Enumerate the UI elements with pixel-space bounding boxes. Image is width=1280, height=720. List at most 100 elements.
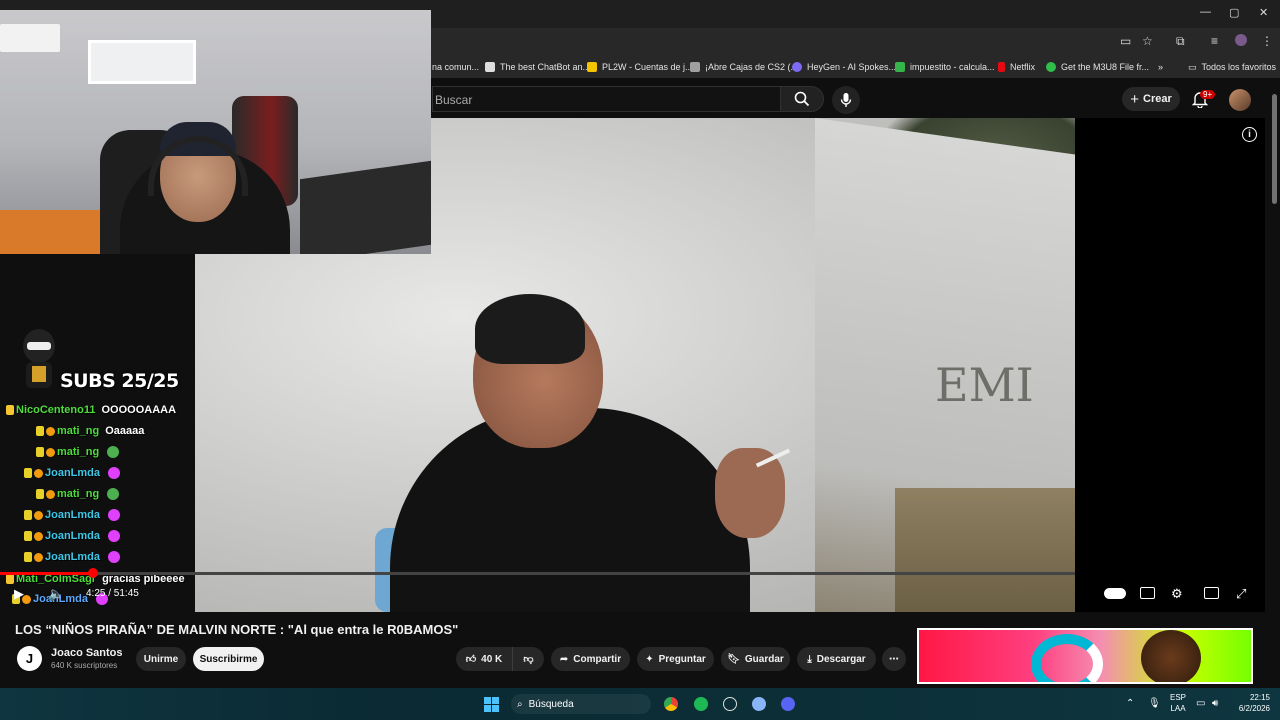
channel-avatar[interactable]: J (17, 646, 42, 671)
bookmark-favicon-icon (792, 62, 802, 72)
bookmark-item[interactable]: impuestito - calcula... (895, 56, 995, 78)
all-bookmarks[interactable]: ▭ Todos los favoritos (1188, 56, 1276, 78)
chat-badge-icon (46, 447, 55, 457)
settings-icon[interactable] (752, 697, 766, 711)
sparkle-icon: ✦ (645, 653, 654, 665)
chrome-icon[interactable] (664, 697, 678, 711)
chat-emote-icon (108, 467, 121, 479)
bookmark-item[interactable]: PL2W - Cuentas de j... (587, 56, 693, 78)
clock[interactable]: 22:15 6/2/2026 (1230, 692, 1270, 714)
minimize-button[interactable]: — (1200, 6, 1211, 18)
chat-badge-icon (36, 426, 44, 436)
chat-badge-icon (46, 489, 55, 499)
input-language[interactable]: ESP LAA (1170, 692, 1186, 714)
chat-badge-icon (34, 531, 43, 541)
search-icon (794, 91, 810, 107)
chat-username[interactable]: mati_ng (57, 446, 99, 458)
chat-message: JoanLmda (24, 509, 121, 521)
discord-icon[interactable] (781, 697, 795, 711)
info-icon[interactable]: i (1242, 127, 1257, 142)
create-button[interactable]: + Crear (1122, 87, 1180, 111)
chat-username[interactable]: mati_ng (57, 488, 99, 500)
channel-name[interactable]: Joaco Santos (51, 647, 123, 659)
download-icon: ⤓ (807, 653, 812, 665)
app-icon[interactable] (723, 697, 737, 711)
bookmark-star-icon[interactable]: ☆ (1142, 34, 1153, 48)
player-side-panel (1075, 118, 1265, 612)
share-button[interactable]: ➦ Compartir (551, 647, 630, 671)
bookmark-item[interactable]: Netflix (998, 56, 1035, 78)
volume-tray-icon[interactable]: 🔊︎ (1212, 698, 1218, 709)
extensions-icon[interactable]: ⧉ (1176, 34, 1185, 49)
wall-graffiti: EMI (935, 358, 1034, 412)
close-window-button[interactable]: ✕ (1259, 6, 1268, 19)
chat-badge-icon (24, 531, 32, 541)
theater-mode-icon[interactable] (1204, 587, 1219, 599)
search-button[interactable] (780, 86, 824, 112)
profile-icon[interactable] (1235, 34, 1247, 46)
more-bookmarks-icon[interactable]: » (1158, 56, 1163, 78)
chat-text: Oaaaaa (105, 425, 145, 437)
chat-username[interactable]: JoanLmda (45, 467, 100, 479)
windows-start-icon[interactable] (484, 697, 499, 712)
chat-message: JoanLmda (24, 467, 121, 479)
chat-badge-icon (6, 574, 14, 584)
settings-gear-icon[interactable]: ⚙ (1171, 586, 1183, 602)
bookmark-icon: 🔖︎ (727, 653, 740, 665)
media-icon[interactable]: ≡ (1211, 34, 1218, 48)
like-button[interactable]: 👍︎ 40 K (456, 647, 512, 671)
maximize-button[interactable]: ▢ (1229, 6, 1239, 19)
bookmark-item[interactable]: Get the M3U8 File fr... (1046, 56, 1149, 78)
network-icon[interactable]: ▭ (1196, 698, 1205, 709)
ad-banner[interactable] (917, 628, 1253, 684)
time-display: 4:25 / 51:45 (86, 588, 139, 599)
dislike-button[interactable]: 👎︎ (512, 647, 544, 671)
progress-bar[interactable] (0, 572, 1075, 575)
volume-icon[interactable]: 🔈 (48, 586, 64, 602)
progress-played (0, 572, 92, 575)
scrollbar-thumb[interactable] (1272, 94, 1277, 204)
taskbar-search[interactable]: ⌕ Búsqueda (511, 694, 651, 714)
play-button[interactable]: ▶ (14, 586, 24, 602)
chat-badge-icon (34, 468, 43, 478)
save-button[interactable]: 🔖︎ Guardar (721, 647, 790, 671)
chat-username[interactable]: JoanLmda (45, 530, 100, 542)
microphone-tray-icon[interactable]: 🎙︎ (1148, 698, 1161, 709)
notification-badge: 9+ (1200, 90, 1216, 99)
browser-menu-icon[interactable]: ⋮ (1261, 34, 1273, 48)
subtitles-icon[interactable] (1140, 587, 1155, 599)
bookmark-item[interactable]: HeyGen - AI Spokes... (792, 56, 896, 78)
spotify-icon[interactable] (694, 697, 708, 711)
download-button[interactable]: ⤓ Descargar (797, 647, 876, 671)
account-avatar[interactable] (1229, 89, 1251, 111)
subscribe-button[interactable]: Suscribirme (193, 647, 264, 671)
autoplay-toggle[interactable] (1104, 588, 1126, 599)
chat-username[interactable]: NicoCenteno11 (16, 404, 95, 416)
chat-message: mati_ng Oaaaaa (36, 425, 144, 437)
video-person-hand (715, 448, 785, 538)
more-actions-button[interactable]: ⋯ (882, 647, 906, 671)
search-input[interactable]: Buscar (432, 86, 780, 112)
bookmark-item[interactable]: The best ChatBot an... (485, 56, 590, 78)
cam-monitor (300, 160, 431, 254)
chat-emote-icon (108, 509, 121, 521)
tray-chevron-icon[interactable]: ⌃ (1126, 698, 1134, 709)
chat-badge-icon (34, 552, 43, 562)
join-button[interactable]: Unirme (136, 647, 186, 671)
bookmark-item[interactable]: na comun... (432, 56, 479, 78)
bookmark-item[interactable]: ¡Abre Cajas de CS2 (... (690, 56, 798, 78)
fullscreen-icon[interactable]: ⤢ (1236, 586, 1246, 602)
progress-scrubber[interactable] (88, 568, 98, 578)
chat-username[interactable]: JoanLmda (45, 509, 100, 521)
voice-search-button[interactable] (832, 86, 860, 114)
ask-button[interactable]: ✦ Preguntar (637, 647, 714, 671)
ad-ring (1031, 634, 1103, 682)
chat-username[interactable]: JoanLmda (45, 551, 100, 563)
bookmark-favicon-icon (587, 62, 597, 72)
chat-message: JoanLmda (24, 530, 121, 542)
chat-username[interactable]: mati_ng (57, 425, 99, 437)
netflix-icon (998, 62, 1005, 72)
cast-icon[interactable]: ▭ (1120, 34, 1131, 48)
microphone-icon (840, 93, 852, 107)
chat-message: mati_ng (36, 488, 120, 500)
